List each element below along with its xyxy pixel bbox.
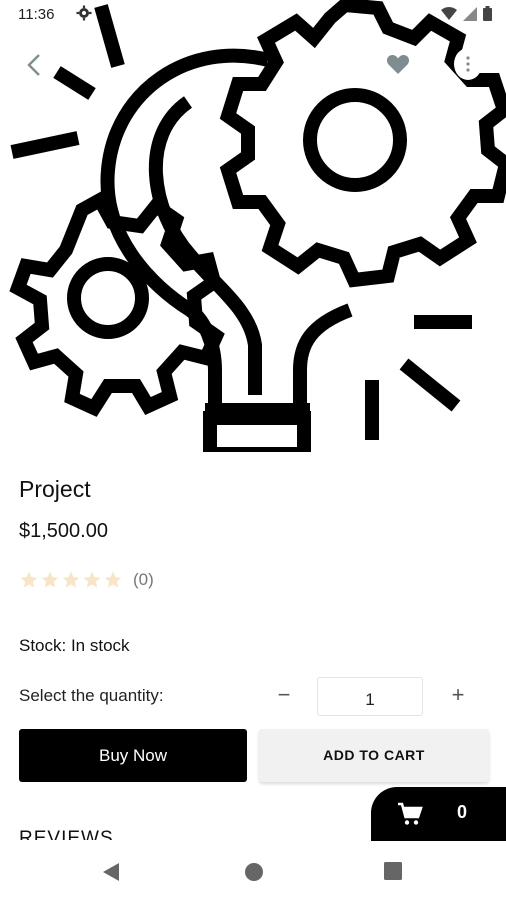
star-icon [20, 571, 38, 588]
nav-home-icon[interactable] [244, 862, 264, 882]
wifi-icon [441, 6, 457, 20]
rating-count: (0) [133, 570, 154, 589]
reviews-heading: REVIEWS [19, 828, 114, 840]
more-vert-icon [466, 56, 470, 72]
star-icon [83, 571, 101, 588]
back-button[interactable] [20, 50, 50, 80]
settings-icon [76, 5, 92, 21]
buy-now-button[interactable]: Buy Now [19, 729, 247, 782]
star-icon [62, 571, 80, 588]
battery-icon [483, 6, 492, 21]
product-image [0, 0, 506, 452]
more-options-button[interactable] [454, 48, 482, 80]
star-icon [104, 571, 122, 588]
rating-stars [19, 570, 123, 590]
star-icon [41, 571, 59, 588]
heart-icon [386, 54, 410, 74]
quantity-increase-button[interactable]: + [444, 680, 472, 712]
product-title: Project [19, 476, 91, 502]
lightbulb-gears-icon [9, 0, 506, 452]
nav-back-icon[interactable] [102, 862, 120, 882]
nav-recent-apps-icon[interactable] [384, 862, 402, 880]
quantity-label: Select the quantity: [19, 686, 164, 705]
cart-button[interactable]: 0 [371, 787, 506, 841]
signal-icon [463, 6, 477, 21]
stock-status: Stock: In stock [19, 636, 130, 655]
shopping-cart-icon [398, 802, 423, 825]
quantity-decrease-button[interactable]: − [270, 680, 298, 712]
status-time: 11:36 [18, 6, 55, 23]
product-rating: (0) [19, 570, 154, 590]
quantity-input[interactable]: 1 [317, 677, 423, 716]
chevron-left-icon [27, 54, 40, 76]
favorite-button[interactable] [382, 48, 414, 80]
add-to-cart-button[interactable]: ADD TO CART [259, 729, 489, 782]
cart-count: 0 [457, 802, 468, 822]
product-price: $1,500.00 [19, 520, 108, 542]
status-bar: 11:36 [0, 0, 506, 32]
